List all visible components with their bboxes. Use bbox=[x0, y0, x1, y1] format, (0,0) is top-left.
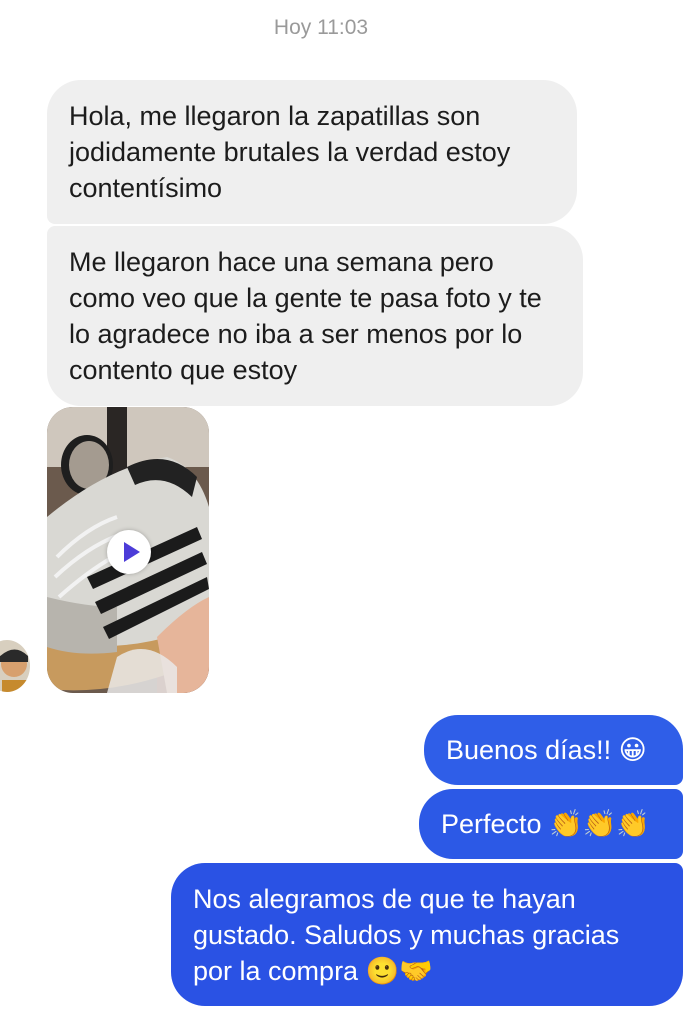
video-attachment[interactable] bbox=[47, 407, 209, 693]
message-text: Buenos días!! bbox=[446, 735, 612, 765]
contact-avatar[interactable] bbox=[0, 640, 30, 692]
clapping-hands-emoji: 👏👏👏 bbox=[549, 809, 650, 840]
play-icon[interactable] bbox=[107, 530, 151, 574]
smile-handshake-emoji: 🙂🤝 bbox=[365, 956, 433, 987]
grinning-emoji: 😀 bbox=[618, 735, 647, 766]
incoming-message[interactable]: Me llegaron hace una semana pero como ve… bbox=[47, 226, 583, 406]
outgoing-message[interactable]: Buenos días!! 😀 bbox=[424, 715, 683, 785]
avatar-image bbox=[0, 640, 30, 692]
outgoing-message[interactable]: Nos alegramos de que te hayan gustado. S… bbox=[171, 863, 683, 1006]
message-timestamp: Hoy 11:03 bbox=[273, 16, 369, 39]
outgoing-message[interactable]: Perfecto 👏👏👏 bbox=[419, 789, 683, 859]
message-text: Perfecto bbox=[441, 809, 542, 839]
incoming-message[interactable]: Hola, me llegaron la zapatillas son jodi… bbox=[47, 80, 577, 224]
